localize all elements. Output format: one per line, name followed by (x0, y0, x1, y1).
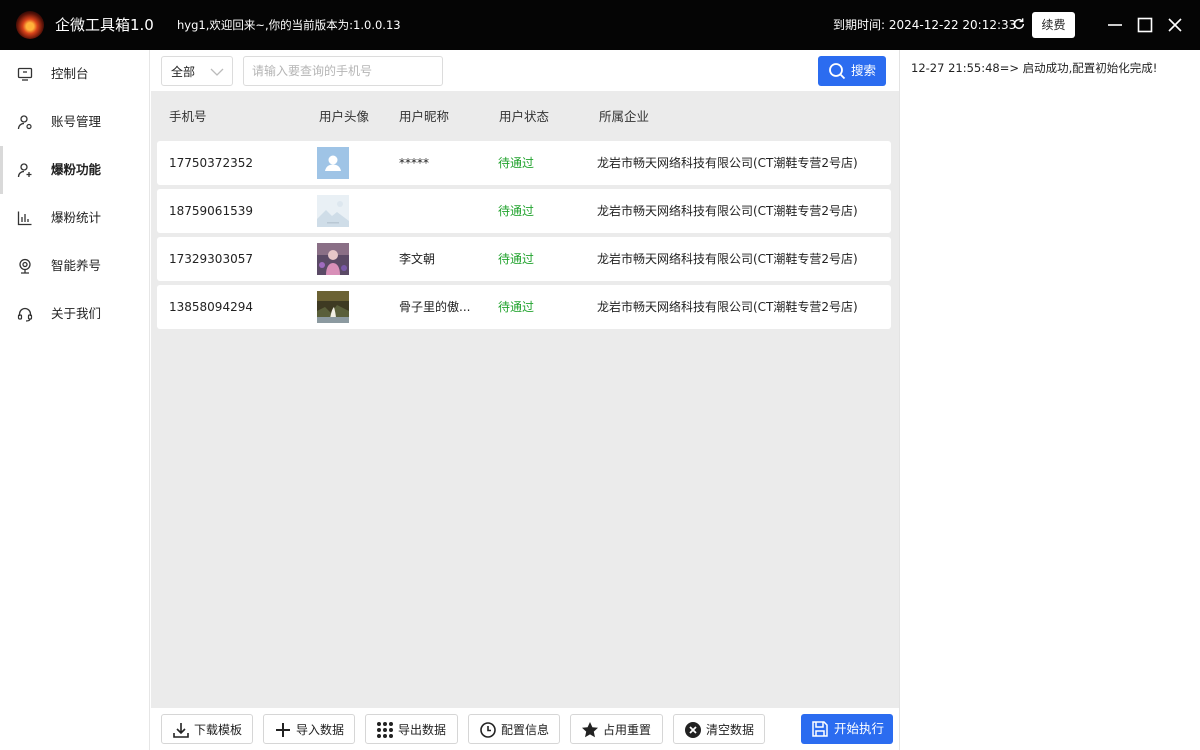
phone-search-input[interactable] (243, 56, 443, 86)
table-header: 手机号 用户头像 用户昵称 用户状态 所属企业 (151, 91, 899, 141)
sidebar-item-smart-nurture[interactable]: 智能养号 (0, 242, 149, 290)
app-logo (16, 11, 44, 39)
download-icon (173, 723, 189, 738)
avatar (317, 147, 349, 179)
sidebar-item-label: 账号管理 (51, 114, 102, 129)
sidebar-item-account[interactable]: 账号管理 (0, 98, 149, 146)
company-cell: 龙岩市畅天网络科技有限公司(CT潮鞋专营2号店) (597, 156, 858, 170)
add-user-icon (17, 163, 32, 178)
avatar (317, 291, 349, 323)
phone-cell: 17750372352 (169, 156, 253, 170)
sidebar-item-label: 控制台 (51, 66, 89, 81)
search-button[interactable]: 搜索 (818, 56, 886, 86)
sidebar-item-label: 爆粉统计 (51, 210, 102, 225)
nickname-cell: 骨子里的傲... (399, 300, 471, 314)
status-cell: 待通过 (498, 204, 535, 218)
avatar (317, 195, 349, 227)
phone-cell: 13858094294 (169, 300, 253, 314)
log-panel: 12-27 21:55:48=> 启动成功,配置初始化完成! (899, 50, 1200, 750)
reset-usage-label: 占用重置 (603, 723, 652, 737)
column-header-nickname: 用户昵称 (399, 109, 450, 124)
export-data-button[interactable]: 导出数据 (365, 714, 458, 744)
table-row[interactable]: 18759061539 待通过 龙岩市畅天网络科技有限公司(CT潮鞋专营2号店) (157, 189, 891, 233)
status-cell: 待通过 (498, 300, 535, 314)
app-title: 企微工具箱1.0 (55, 16, 154, 34)
sidebar: 控制台 账号管理 爆粉功能 爆粉统计 智能养号 关于我们 (0, 50, 150, 750)
column-header-phone: 手机号 (169, 109, 207, 124)
grid-dots-icon (377, 722, 393, 738)
plus-icon (276, 723, 290, 737)
column-header-avatar: 用户头像 (319, 109, 370, 124)
table-row[interactable]: 17329303057 李文朝 待通过 龙岩市畅天网络科技有限公司(CT潮鞋专营… (157, 237, 891, 281)
config-info-button[interactable]: 配置信息 (468, 714, 560, 744)
star-icon (582, 722, 598, 738)
sidebar-item-label: 关于我们 (51, 306, 102, 321)
save-icon (812, 721, 828, 737)
welcome-text: hyg1,欢迎回来~,你的当前版本为:1.0.0.13 (177, 18, 401, 32)
title-bar: 企微工具箱1.0 hyg1,欢迎回来~,你的当前版本为:1.0.0.13 到期时… (0, 0, 1200, 50)
sidebar-item-about[interactable]: 关于我们 (0, 290, 149, 338)
sidebar-item-label: 智能养号 (51, 258, 102, 273)
log-line: 12-27 21:55:48=> 启动成功,配置初始化完成! (911, 61, 1158, 75)
status-cell: 待通过 (498, 156, 535, 170)
company-cell: 龙岩市畅天网络科技有限公司(CT潮鞋专营2号店) (597, 300, 858, 314)
main-panel: 全部 搜索 手机号 用户头像 用户昵称 用户状态 所属企业 1775037235… (151, 50, 899, 750)
clear-icon (685, 722, 701, 738)
phone-cell: 18759061539 (169, 204, 253, 218)
nickname-cell: 李文朝 (399, 252, 436, 266)
download-template-label: 下载模板 (194, 723, 243, 737)
avatar (317, 243, 349, 275)
table-row[interactable]: 13858094294 骨子里的傲... 待通过 龙岩市畅天网络科技有限公司(C… (157, 285, 891, 329)
refresh-icon[interactable] (1012, 17, 1026, 31)
clear-data-label: 清空数据 (706, 723, 755, 737)
search-toolbar: 全部 搜索 (151, 50, 899, 91)
reset-usage-button[interactable]: 占用重置 (570, 714, 663, 744)
sidebar-item-fan-boost[interactable]: 爆粉功能 (0, 146, 149, 194)
renew-button[interactable]: 续费 (1032, 12, 1075, 38)
status-cell: 待通过 (498, 252, 535, 266)
webcam-icon (19, 258, 31, 274)
table-body: 17750372352 ***** 待通过 龙岩市畅天网络科技有限公司(CT潮鞋… (157, 141, 891, 333)
clear-data-button[interactable]: 清空数据 (673, 714, 765, 744)
import-data-button[interactable]: 导入数据 (263, 714, 355, 744)
expiry-time: 到期时间: 2024-12-22 20:12:33 (833, 18, 1017, 32)
company-cell: 龙岩市畅天网络科技有限公司(CT潮鞋专营2号店) (597, 252, 858, 266)
headset-icon (17, 307, 33, 322)
status-filter-select[interactable]: 全部 (161, 56, 233, 86)
column-header-status: 用户状态 (499, 109, 550, 124)
search-icon (829, 63, 846, 80)
user-settings-icon (17, 115, 32, 130)
bar-chart-icon (17, 211, 32, 226)
search-button-label: 搜索 (851, 63, 877, 78)
start-execution-label: 开始执行 (834, 721, 885, 736)
export-data-label: 导出数据 (398, 723, 447, 737)
minimize-icon[interactable] (1105, 15, 1125, 35)
phone-cell: 17329303057 (169, 252, 253, 266)
monitor-icon (17, 67, 33, 81)
maximize-icon[interactable] (1135, 15, 1155, 35)
import-data-label: 导入数据 (296, 723, 345, 737)
sidebar-item-fan-stats[interactable]: 爆粉统计 (0, 194, 149, 242)
nickname-cell: ***** (399, 156, 429, 170)
filter-value: 全部 (171, 65, 196, 79)
sidebar-item-console[interactable]: 控制台 (0, 50, 149, 98)
config-info-label: 配置信息 (501, 723, 550, 737)
clock-icon (480, 722, 496, 738)
table-row[interactable]: 17750372352 ***** 待通过 龙岩市畅天网络科技有限公司(CT潮鞋… (157, 141, 891, 185)
chevron-down-icon (210, 68, 224, 76)
sidebar-item-label: 爆粉功能 (51, 162, 102, 177)
download-template-button[interactable]: 下载模板 (161, 714, 253, 744)
column-header-company: 所属企业 (599, 109, 650, 124)
company-cell: 龙岩市畅天网络科技有限公司(CT潮鞋专营2号店) (597, 204, 858, 218)
start-execution-button[interactable]: 开始执行 (801, 714, 893, 744)
action-bar: 下载模板 导入数据 导出数据 配置信息 占用重置 清空数据 开始执行 (151, 708, 899, 750)
close-icon[interactable] (1165, 15, 1185, 35)
